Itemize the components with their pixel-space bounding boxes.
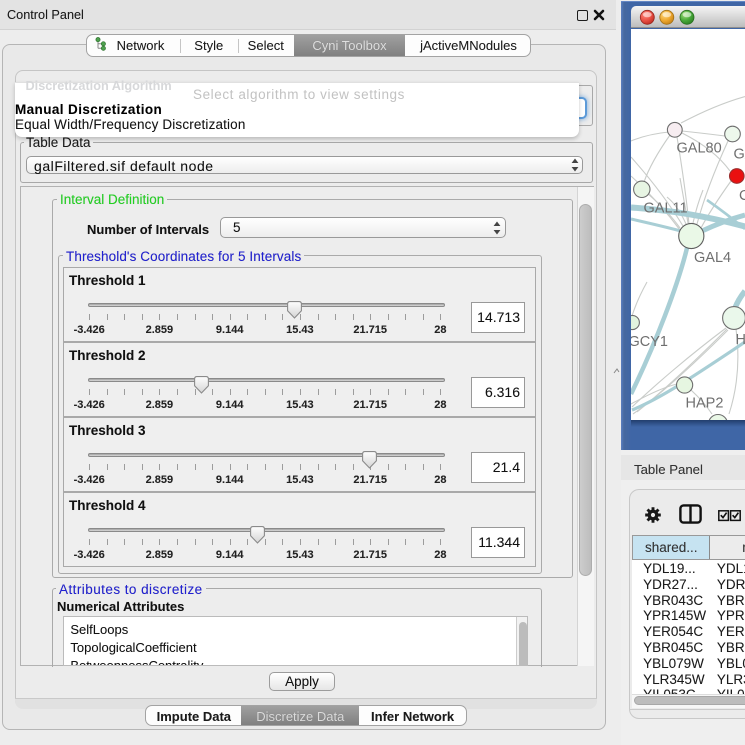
svg-text:H: H (736, 332, 745, 348)
svg-text:GCY1: GCY1 (631, 334, 668, 350)
svg-text:CY: CY (739, 188, 745, 204)
svg-text:GA: GA (734, 147, 745, 163)
svg-text:GAL80: GAL80 (677, 141, 722, 157)
svg-text:HAP2: HAP2 (686, 396, 724, 412)
svg-text:GAL4: GAL4 (694, 250, 731, 266)
svg-text:GAL11: GAL11 (644, 201, 688, 217)
